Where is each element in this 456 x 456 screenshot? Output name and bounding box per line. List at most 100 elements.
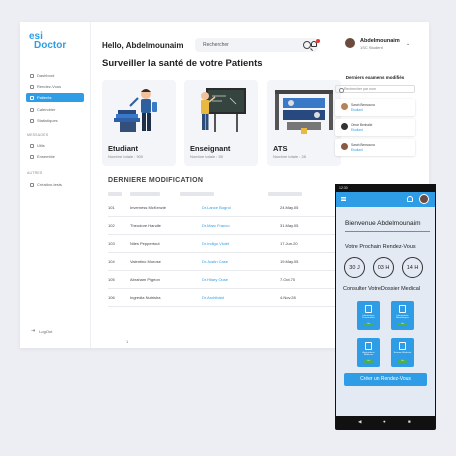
- recent-exam-role: Etudiant: [351, 128, 363, 132]
- row-name: Abraham Pigeon: [130, 277, 160, 282]
- status-time: 12:30: [339, 186, 348, 190]
- recent-search-input[interactable]: Rechercher par nom: [335, 85, 415, 93]
- notification-dot: [316, 39, 320, 43]
- tile-informations-personnelles[interactable]: Informations Personnelles Voir: [357, 301, 380, 330]
- settings-icon: [30, 182, 34, 187]
- category-card-enseignant[interactable]: Enseignant Nombre totale : 55: [184, 80, 258, 166]
- bell-icon[interactable]: [407, 196, 413, 202]
- row-id: 105: [108, 277, 115, 282]
- table-header-cell: [180, 192, 214, 196]
- teacher-illustration: [201, 88, 246, 132]
- card-title: ATS: [273, 144, 288, 153]
- category-card-ats[interactable]: ATS Nombre totale : 28: [267, 80, 341, 166]
- avatar[interactable]: [345, 38, 355, 48]
- card-title: Etudiant: [108, 144, 138, 153]
- patients-icon: [30, 95, 34, 100]
- logout-label: LogOut: [39, 328, 53, 334]
- avatar: [341, 123, 348, 130]
- row-doctor[interactable]: Dr.Hilary Ouse: [202, 277, 228, 282]
- group-icon: [30, 154, 34, 159]
- recents-icon[interactable]: ■: [408, 419, 411, 424]
- row-doctor[interactable]: Dr.Marc Franco: [202, 223, 230, 228]
- chart-icon: [30, 118, 34, 123]
- sidebar-item-label: Utils: [37, 143, 45, 148]
- notification-button[interactable]: [310, 39, 320, 49]
- tile-badge: Voir: [398, 323, 407, 326]
- card-subtitle: Nombre totale : 900: [108, 154, 144, 159]
- document-icon: [365, 342, 372, 350]
- tile-examen-medicale[interactable]: Examen Médicale Voir: [391, 338, 414, 367]
- logout-button[interactable]: ⇥ LogOut: [31, 328, 52, 334]
- avatar: [341, 143, 348, 150]
- tile-label: Informations Biométriques: [396, 315, 409, 319]
- recent-exam-item[interactable]: Omar Benhalid Etudiant: [335, 119, 415, 136]
- mobile-body: Bienvenue Abdelmounaim Votre Prochain Re…: [336, 207, 435, 416]
- sidebar-item-statistiques[interactable]: Statistiques: [26, 116, 84, 125]
- android-nav-bar: ◀ ● ■: [336, 416, 435, 428]
- tile-antecedents-medicaux[interactable]: Antécédents Médicaux Voir: [357, 338, 380, 367]
- row-doctor[interactable]: Dr.Justin Case: [202, 259, 228, 264]
- row-doctor[interactable]: Dr.Lance Bogrol: [202, 205, 231, 210]
- countdown-minutes: 14 H: [402, 257, 423, 278]
- tile-badge: Voir: [398, 360, 407, 363]
- row-date: 24.May.05: [280, 205, 299, 210]
- row-doctor[interactable]: Dr.Archibald: [202, 295, 224, 300]
- sidebar-item-utils[interactable]: Utils: [26, 141, 84, 150]
- user-name: Abdelmounaim: [360, 38, 400, 44]
- row-date: 4.Nov.28: [280, 295, 296, 300]
- tile-label: Informations Personnelles: [362, 315, 375, 319]
- sidebar-section-autres: AUTRES: [27, 171, 43, 175]
- sidebar-section-messages: MESSAGES: [27, 133, 49, 137]
- sidebar-item-label: Calendrier: [37, 107, 56, 112]
- search-input[interactable]: Rechercher: [195, 38, 318, 52]
- row-id: 106: [108, 295, 115, 300]
- sidebar-item-ensemble[interactable]: Ensemble: [26, 152, 84, 161]
- row-name: Niles Peppertout: [130, 241, 160, 246]
- row-date: 7.Oct.70: [280, 277, 296, 282]
- card-title: Enseignant: [190, 144, 231, 153]
- row-id: 101: [108, 205, 115, 210]
- sidebar-item-patients[interactable]: Patients: [26, 93, 84, 102]
- home-icon[interactable]: ●: [383, 419, 386, 424]
- row-doctor[interactable]: Dr.Indigo Violet: [202, 241, 229, 246]
- countdown-hours: 03 H: [373, 257, 394, 278]
- mobile-phone-frame: 12:30 Bienvenue Abdelmounaim Votre Proch…: [335, 184, 436, 430]
- sidebar-item-creation-tests[interactable]: Création-tests: [26, 180, 84, 189]
- table-header-cell: [130, 192, 160, 196]
- table-header-cell: [268, 192, 302, 196]
- menu-icon[interactable]: [341, 197, 346, 198]
- avatar: [341, 103, 348, 110]
- row-name: Inverness McKenzie: [130, 205, 167, 210]
- sidebar-item-dashbord[interactable]: Dashbord: [26, 71, 84, 80]
- search-placeholder: Rechercher: [203, 42, 229, 48]
- avatar[interactable]: [419, 194, 429, 204]
- category-card-etudiant[interactable]: Etudiant Nombre totale : 900: [102, 80, 176, 166]
- app-logo[interactable]: esi Doctor: [29, 32, 67, 51]
- recent-exam-item[interactable]: Sarah Bensouna Etudiant: [335, 99, 415, 116]
- logo-line2: Doctor: [34, 40, 67, 51]
- recent-exam-item[interactable]: Sarah Bensouna Etudiant: [335, 139, 415, 156]
- sidebar-item-calendrier[interactable]: Calendrier: [26, 105, 84, 114]
- logout-icon: ⇥: [31, 328, 36, 334]
- sidebar-item-label: Dashbord: [37, 73, 55, 78]
- recent-exam-name: Sarah Bensouna: [351, 143, 375, 147]
- recent-exam-name: Sarah Bensouna: [351, 103, 375, 107]
- recent-exams-title: Derniers examens modifiés: [345, 75, 405, 80]
- table-title: DERNIERE MODIFICATION: [108, 177, 204, 184]
- sidebar-item-label: Rendez-Vous: [37, 84, 62, 89]
- page-title: Surveiller la santé de votre Patients: [102, 58, 263, 69]
- tile-informations-biometriques[interactable]: Informations Biométriques Voir: [391, 301, 414, 330]
- table-pagination[interactable]: 1: [126, 339, 128, 344]
- sidebar-item-rendez-vous[interactable]: Rendez-Vous: [26, 82, 84, 91]
- create-rdv-button[interactable]: Créer un Rendez-Vous: [344, 373, 427, 386]
- user-role: 1SC Student: [360, 45, 383, 50]
- recent-exam-role: Etudiant: [351, 148, 363, 152]
- appointment-icon: [30, 84, 34, 89]
- divider: [345, 231, 430, 232]
- sidebar: esi Doctor Dashbord Rendez-Vous Patients…: [20, 22, 91, 348]
- row-id: 104: [108, 259, 115, 264]
- next-rdv-title: Votre Prochain Rendez-Vous: [345, 244, 416, 250]
- status-bar: 12:30: [335, 184, 436, 192]
- back-icon[interactable]: ◀: [358, 419, 361, 424]
- chevron-down-icon[interactable]: ⌄: [406, 41, 410, 47]
